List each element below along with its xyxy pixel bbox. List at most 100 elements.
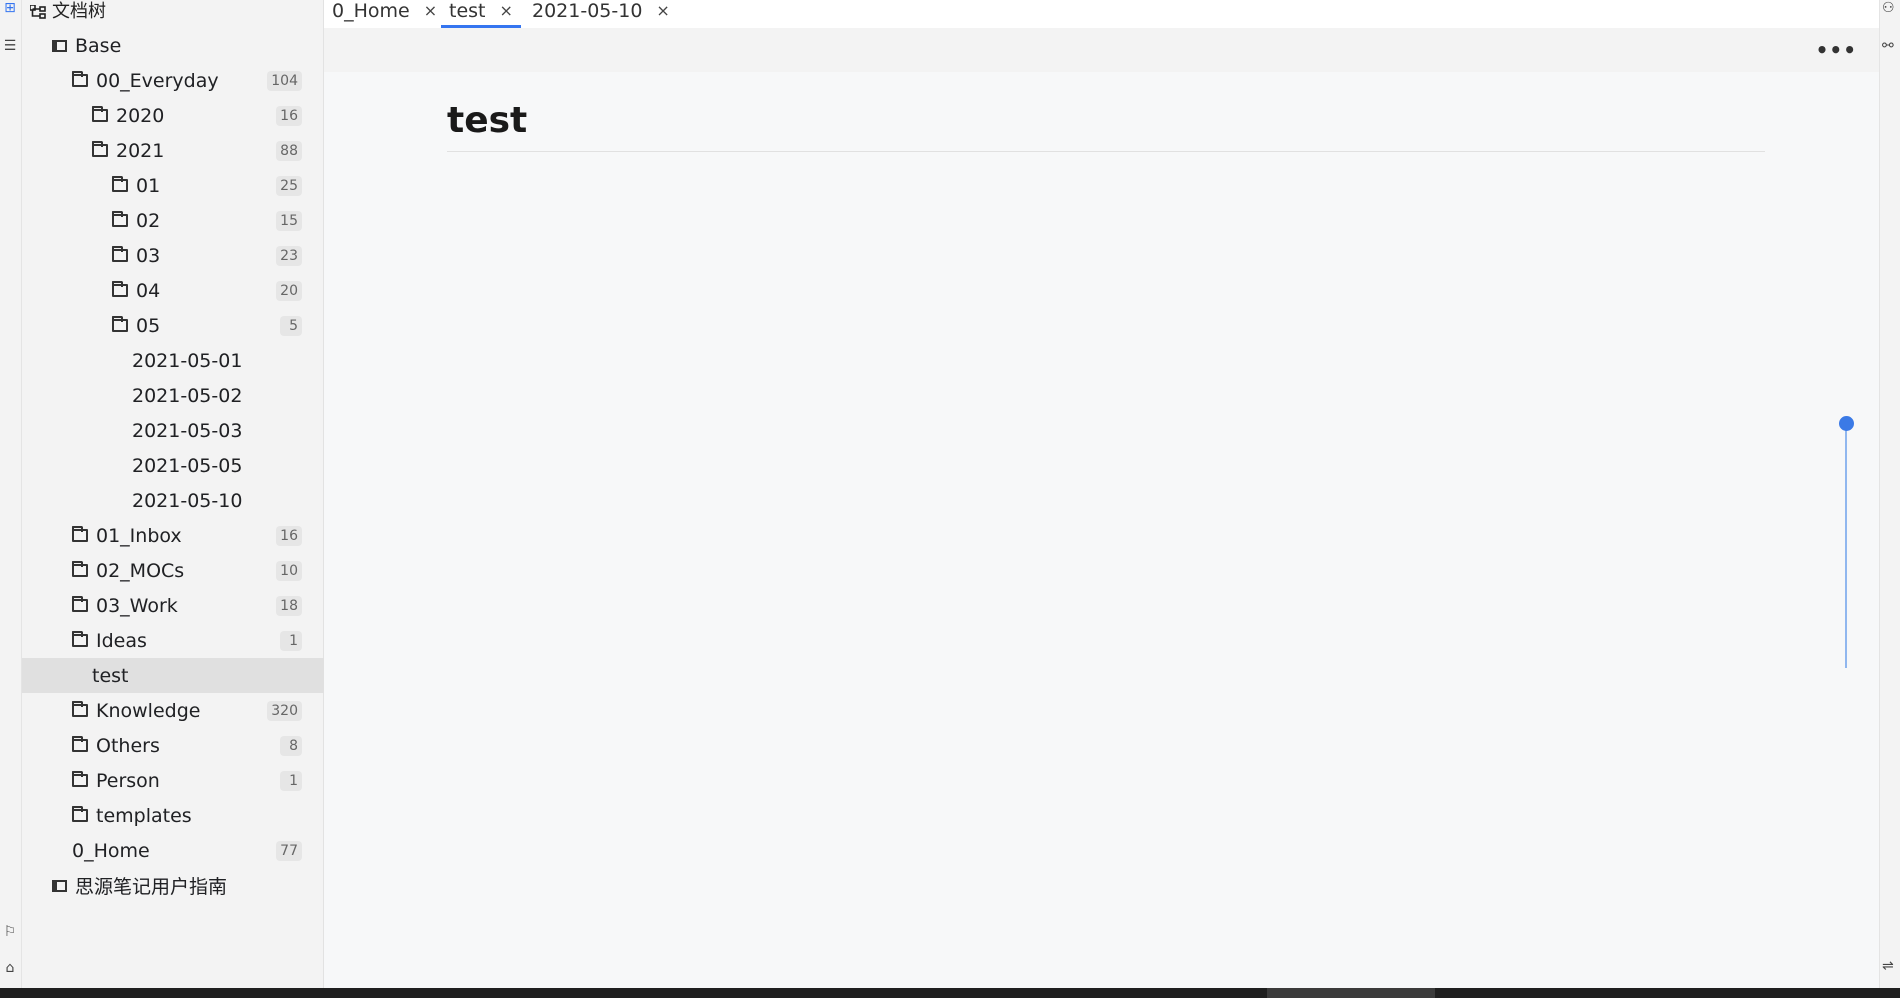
tree-item-label: 2021-05-01 [132, 349, 243, 372]
folder-icon [72, 806, 88, 822]
count-badge: 10 [276, 560, 302, 581]
tag-icon[interactable]: ⌂ [2, 960, 18, 976]
tree-item-label: 03 [136, 244, 161, 267]
bookmark-icon[interactable]: ⚐ [2, 924, 18, 940]
tree-item-00-everyday[interactable]: 00_Everyday 104 [22, 63, 324, 98]
tab-test[interactable]: test × [441, 0, 521, 28]
tree-item-label: 2021-05-10 [132, 489, 243, 512]
tree-item-label: Base [75, 34, 122, 57]
tab-bar: 0_Home × test × 2021-05-10 × [324, 0, 1879, 28]
folder-icon [72, 631, 88, 647]
count-badge: 18 [276, 595, 302, 616]
count-badge: 16 [276, 525, 302, 546]
tree-item-ideas[interactable]: Ideas 1 [22, 623, 324, 658]
tree-item-2020[interactable]: 2020 16 [22, 98, 324, 133]
tree-item-label: 05 [136, 314, 161, 337]
notebook-user-guide[interactable]: 思源笔记用户指南 [22, 868, 324, 903]
folder-icon [112, 316, 128, 332]
tree-item-03[interactable]: 03 23 [22, 238, 324, 273]
notebook-base[interactable]: Base [22, 28, 324, 63]
tree-item-01-inbox[interactable]: 01_Inbox 16 [22, 518, 324, 553]
tree-item-knowledge[interactable]: Knowledge 320 [22, 693, 324, 728]
tree-item-label: 02 [136, 209, 161, 232]
status-segment [1267, 988, 1435, 998]
tab-label: 2021-05-10 [532, 0, 643, 22]
folder-icon [112, 211, 128, 227]
tree-item-04[interactable]: 04 20 [22, 273, 324, 308]
count-badge: 88 [276, 140, 302, 161]
scroll-thumb[interactable] [1839, 416, 1854, 431]
count-badge: 77 [276, 840, 302, 861]
editor-toolbar: ••• [324, 28, 1879, 72]
document-title[interactable]: test [447, 100, 1765, 152]
left-dock: ⊞ ☰ ⚐ ⌂ [0, 0, 22, 988]
editor-area[interactable]: test [324, 72, 1879, 988]
tree-item-label: 01_Inbox [96, 524, 182, 547]
scroll-track[interactable] [1845, 424, 1847, 668]
global-graph-icon[interactable]: ⚯ [1882, 38, 1894, 54]
close-icon[interactable]: × [656, 1, 669, 20]
close-icon[interactable]: × [500, 1, 513, 20]
tab-label: test [449, 0, 486, 22]
outline-icon[interactable]: ☰ [2, 38, 18, 54]
count-badge: 16 [276, 105, 302, 126]
notebook-icon [52, 879, 67, 892]
doc-tree-title: 文档树 [52, 1, 106, 22]
tree-item-label: test [92, 664, 129, 687]
tree-item-02-mocs[interactable]: 02_MOCs 10 [22, 553, 324, 588]
tab-0-home[interactable]: 0_Home × [332, 0, 437, 28]
tree-item-2021-05-02[interactable]: 2021-05-02 [22, 378, 324, 413]
tree-item-0-home[interactable]: 0_Home 77 [22, 833, 324, 868]
tree-icon [29, 3, 46, 19]
folder-icon [112, 176, 128, 192]
tree-item-2021[interactable]: 2021 88 [22, 133, 324, 168]
count-badge: 15 [276, 210, 302, 231]
folder-icon [72, 71, 88, 87]
doc-tree-panel: 文档树 Base 00_Everyday 104 2020 16 2021 88 01… [22, 0, 324, 988]
tree-item-2021-05-05[interactable]: 2021-05-05 [22, 448, 324, 483]
tree-item-2021-05-10[interactable]: 2021-05-10 [22, 483, 324, 518]
tree-item-label: 2021-05-03 [132, 419, 243, 442]
tree-item-label: Ideas [96, 629, 147, 652]
folder-icon [72, 596, 88, 612]
folder-icon [72, 561, 88, 577]
folder-icon [92, 141, 108, 157]
tree-item-label: templates [96, 804, 192, 827]
folder-icon [112, 246, 128, 262]
close-icon[interactable]: × [424, 1, 437, 20]
tree-item-03-work[interactable]: 03_Work 18 [22, 588, 324, 623]
tree-item-label: 01 [136, 174, 161, 197]
tree-item-02[interactable]: 02 15 [22, 203, 324, 238]
count-badge: 23 [276, 245, 302, 266]
tree-item-label: 0_Home [72, 839, 150, 862]
tree-item-label: Person [96, 769, 160, 792]
status-bar [0, 988, 1900, 998]
tree-item-label: Others [96, 734, 160, 757]
count-badge: 20 [276, 280, 302, 301]
notebook-icon [52, 39, 67, 52]
graph-icon[interactable]: ⚇ [1882, 0, 1895, 16]
tree-item-label: 2021-05-02 [132, 384, 243, 407]
folder-icon [112, 281, 128, 297]
tree-item-label: 00_Everyday [96, 69, 219, 92]
tree-item-person[interactable]: Person 1 [22, 763, 324, 798]
tree-item-01[interactable]: 01 25 [22, 168, 324, 203]
tab-2021-05-10[interactable]: 2021-05-10 × [532, 0, 670, 28]
tree-item-others[interactable]: Others 8 [22, 728, 324, 763]
tree-item-2021-05-03[interactable]: 2021-05-03 [22, 413, 324, 448]
file-tree-icon[interactable]: ⊞ [2, 0, 18, 16]
tree-item-2021-05-01[interactable]: 2021-05-01 [22, 343, 324, 378]
count-badge: 1 [280, 770, 302, 791]
backlink-icon[interactable]: ⇌ [1882, 958, 1894, 974]
app-window: ⊞ ☰ ⚐ ⌂ 文档树 Base 00_Everyday 104 2020 16 2… [0, 0, 1900, 998]
count-badge: 104 [267, 70, 302, 91]
count-badge: 5 [280, 315, 302, 336]
more-options-button[interactable]: ••• [1816, 40, 1857, 60]
right-dock: ⚇ ⚯ ⇌ [1879, 0, 1900, 988]
tree-item-05[interactable]: 05 5 [22, 308, 324, 343]
tree-item-test[interactable]: test [22, 658, 324, 693]
tree-item-templates[interactable]: templates [22, 798, 324, 833]
tree-item-label: 03_Work [96, 594, 178, 617]
count-badge: 320 [267, 700, 302, 721]
folder-icon [72, 701, 88, 717]
